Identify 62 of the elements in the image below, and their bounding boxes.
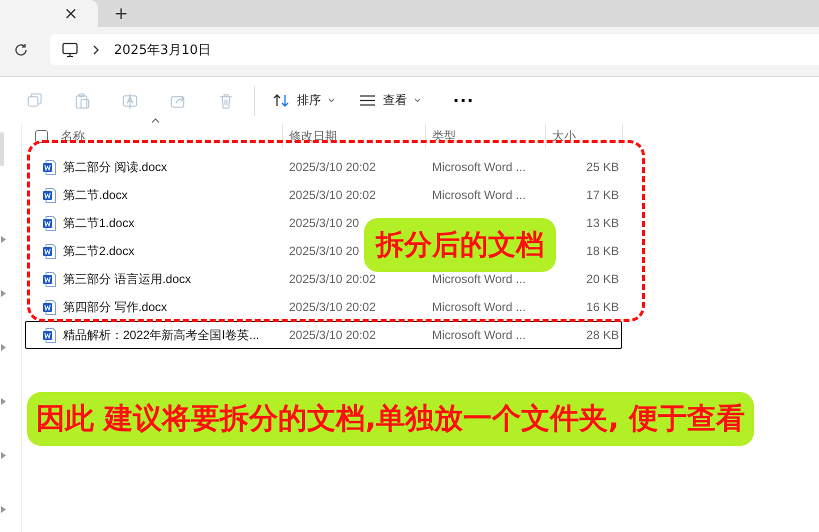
breadcrumb[interactable]: 2025年3月10日 xyxy=(114,40,211,58)
chevron-icon xyxy=(92,44,100,54)
annotation-label: 因此 建议将要拆分的文档,单独放一个文件夹, 便于查看 xyxy=(27,392,754,446)
rename-icon xyxy=(121,92,139,110)
file-name: 第四部分 写作.docx xyxy=(63,298,168,316)
file-type: Microsoft Word ... xyxy=(432,328,526,342)
file-name: 第二节2.docx xyxy=(63,242,134,260)
file-name: 第三部分 语言运用.docx xyxy=(63,270,192,288)
word-document-icon xyxy=(43,272,56,286)
select-all-checkbox[interactable] xyxy=(35,130,48,142)
list-view-icon xyxy=(359,93,376,108)
modified-date: 2025/3/10 20:02 xyxy=(288,272,377,286)
expand-arrow-icon[interactable] xyxy=(1,290,6,297)
caret-icon xyxy=(328,98,335,103)
expand-arrow-icon[interactable] xyxy=(1,236,6,243)
close-button[interactable]: × xyxy=(60,4,82,24)
copy-icon xyxy=(25,92,43,110)
expand-arrow-icon[interactable] xyxy=(1,398,6,405)
file-size: 25 KB xyxy=(585,160,620,174)
file-type: Microsoft Word ... xyxy=(432,160,526,174)
file-size: 20 KB xyxy=(585,272,620,286)
browser-tab[interactable]: × xyxy=(0,0,98,27)
word-document-icon xyxy=(43,188,56,202)
file-name: 第二节.docx xyxy=(63,186,128,204)
file-type: Microsoft Word ... xyxy=(432,188,526,202)
file-size: 28 KB xyxy=(585,328,620,342)
annotation-label: 拆分后的文档 xyxy=(364,218,556,272)
file-size: 17 KB xyxy=(585,188,620,202)
file-size: 18 KB xyxy=(585,244,620,258)
modified-date: 2025/3/10 20:02 xyxy=(288,160,377,174)
file-name: 精品解析：2022年新高考全国Ⅰ卷英... xyxy=(63,326,260,344)
word-document-icon xyxy=(43,216,56,230)
file-type: Microsoft Word ... xyxy=(432,300,526,314)
more-button[interactable]: ··· xyxy=(447,90,480,111)
sort-caret-icon xyxy=(151,118,160,123)
new-tab-button[interactable]: + xyxy=(110,0,132,27)
address-bar[interactable]: 2025年3月10日 xyxy=(50,34,819,65)
sort-menu-button[interactable]: 排序 xyxy=(265,86,343,115)
expand-arrow-icon[interactable] xyxy=(1,506,6,513)
modified-date: 2025/3/10 20:02 xyxy=(288,328,377,342)
expand-arrow-icon[interactable] xyxy=(1,344,6,351)
modified-date: 2025/3/10 20:02 xyxy=(288,188,377,202)
word-document-icon xyxy=(43,244,56,258)
modified-date: 2025/3/10 20:02 xyxy=(288,300,377,314)
paste-icon xyxy=(73,92,91,110)
modified-date: 2025/3/10 20 xyxy=(288,216,360,230)
view-menu-button[interactable]: 查看 xyxy=(351,86,429,115)
expand-arrow-icon[interactable] xyxy=(1,452,6,459)
word-document-icon xyxy=(43,300,56,314)
file-size: 16 KB xyxy=(585,300,620,314)
file-name: 第二部分 阅读.docx xyxy=(63,158,168,176)
monitor-icon xyxy=(62,42,78,58)
sort-icon xyxy=(273,93,290,108)
word-document-icon xyxy=(43,328,56,342)
file-name: 第二节1.docx xyxy=(63,214,134,232)
word-document-icon xyxy=(43,160,56,174)
focused-row-outline[interactable]: 精品解析：2022年新高考全国Ⅰ卷英... 2025/3/10 20:02 Microsoft Word ... 28 KB xyxy=(25,321,622,349)
scrollbar-thumb[interactable] xyxy=(0,132,4,166)
caret-icon xyxy=(414,98,421,103)
refresh-icon[interactable] xyxy=(14,42,28,56)
file-size: 13 KB xyxy=(585,216,620,230)
file-type: Microsoft Word ... xyxy=(432,272,526,286)
